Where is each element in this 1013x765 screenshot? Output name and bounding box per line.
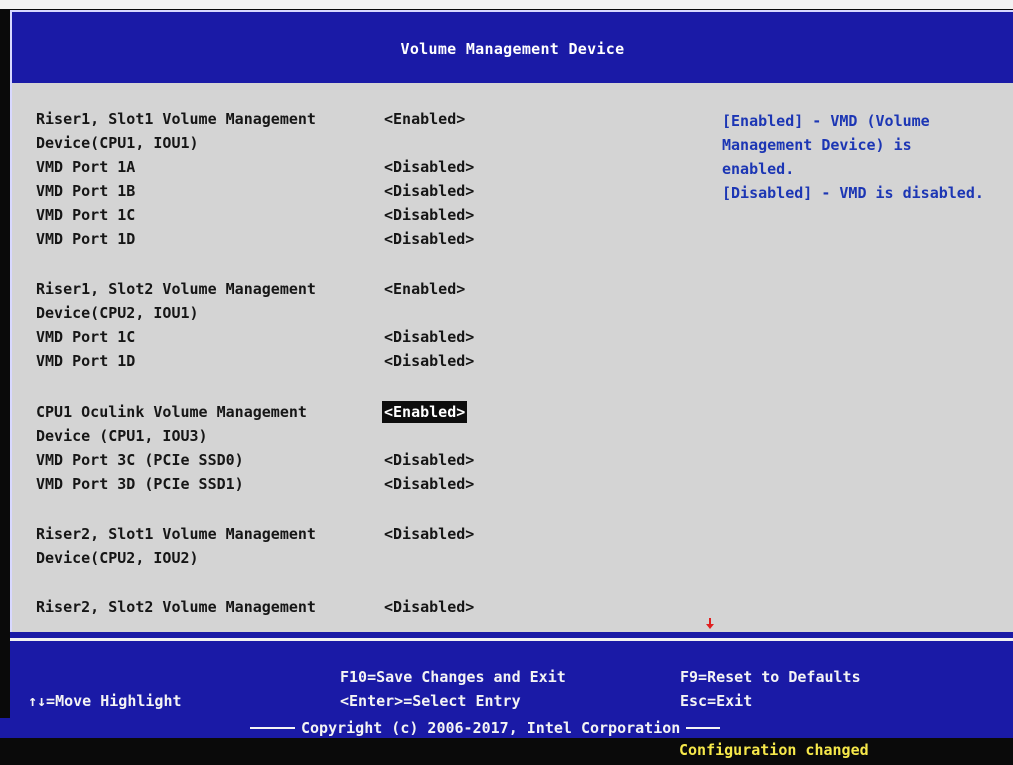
setting-label: VMD Port 3D (PCIe SSD1) [36, 475, 244, 493]
setting-label: VMD Port 1A [36, 158, 136, 176]
help-line: enabled. [722, 160, 795, 178]
key-reset-defaults: F9=Reset to Defaults [680, 668, 861, 686]
setting-vmd-port-3c[interactable]: VMD Port 3C (PCIe SSD0) <Disabled> [12, 449, 712, 471]
scroll-down-arrow-icon[interactable] [705, 618, 715, 630]
key-move-highlight: ↑↓=Move Highlight [28, 692, 182, 710]
setting-value[interactable]: <Disabled> [384, 596, 474, 618]
setting-label-continuation: Device(CPU1, IOU1) [12, 132, 712, 154]
setting-vmd-port-1c[interactable]: VMD Port 1C <Disabled> [12, 204, 712, 226]
setting-value[interactable]: <Disabled> [384, 156, 474, 178]
setting-riser1-slot2-vmd[interactable]: Riser1, Slot2 Volume Management <Enabled… [12, 278, 712, 300]
help-line: [Disabled] - VMD is disabled. [722, 184, 984, 202]
setting-label: Riser2, Slot1 Volume Management [36, 525, 316, 543]
key-legend: F10=Save Changes and Exit F9=Reset to De… [10, 641, 1013, 718]
help-panel: [Enabled] - VMD (Volume Management Devic… [722, 109, 1013, 205]
setting-value[interactable]: <Disabled> [384, 326, 474, 348]
status-bar: Configuration changed [0, 738, 1013, 765]
setting-label: Device(CPU2, IOU1) [36, 304, 199, 322]
setting-value[interactable]: <Disabled> [384, 449, 474, 471]
help-line: [Enabled] - VMD (Volume [722, 112, 930, 130]
setting-value[interactable]: <Disabled> [384, 180, 474, 202]
setting-label-continuation: Device(CPU2, IOU2) [12, 547, 712, 569]
setting-value[interactable]: <Disabled> [384, 350, 474, 372]
setting-label-continuation: Device(CPU2, IOU1) [12, 302, 712, 324]
setting-vmd-port-1c-cpu2[interactable]: VMD Port 1C <Disabled> [12, 326, 712, 348]
setting-riser2-slot1-vmd[interactable]: Riser2, Slot1 Volume Management <Disable… [12, 523, 712, 545]
setting-value[interactable]: <Enabled> [384, 278, 465, 300]
setting-label: VMD Port 3C (PCIe SSD0) [36, 451, 244, 469]
help-line: Management Device) is [722, 136, 912, 154]
copyright-text: Copyright (c) 2006-2017, Intel Corporati… [295, 718, 687, 738]
setting-riser2-slot2-vmd[interactable]: Riser2, Slot2 Volume Management <Disable… [12, 596, 712, 618]
setting-label: Device (CPU1, IOU3) [36, 427, 208, 445]
setting-cpu1-oculink-vmd[interactable]: CPU1 Oculink Volume Management <Enabled> [12, 401, 712, 423]
setting-label: VMD Port 1D [36, 352, 136, 370]
setting-riser1-slot1-vmd[interactable]: Riser1, Slot1 Volume Management <Enabled… [12, 108, 712, 130]
page-title: Volume Management Device [400, 40, 625, 58]
setting-label: VMD Port 1C [36, 328, 136, 346]
setting-value[interactable]: <Disabled> [384, 204, 474, 226]
setting-label: VMD Port 1D [36, 230, 136, 248]
setting-label: Riser2, Slot2 Volume Management [36, 598, 316, 616]
setting-vmd-port-1d[interactable]: VMD Port 1D <Disabled> [12, 228, 712, 250]
title-bar: Volume Management Device [10, 10, 1013, 83]
key-select-entry: <Enter>=Select Entry [340, 692, 521, 710]
setting-vmd-port-1b[interactable]: VMD Port 1B <Disabled> [12, 180, 712, 202]
setting-label: Device(CPU2, IOU2) [36, 549, 199, 567]
setting-value[interactable]: <Disabled> [384, 523, 474, 545]
setting-value[interactable]: <Disabled> [384, 228, 474, 250]
status-message: Configuration changed [679, 741, 869, 759]
copyright-bar: Copyright (c) 2006-2017, Intel Corporati… [0, 718, 1013, 738]
setting-label: VMD Port 1C [36, 206, 136, 224]
key-exit: Esc=Exit [680, 692, 753, 710]
setting-value-highlighted[interactable]: <Enabled> [382, 401, 468, 423]
setting-value[interactable]: <Disabled> [384, 473, 474, 495]
setting-value[interactable]: <Enabled> [384, 108, 465, 130]
setting-label-continuation: Device (CPU1, IOU3) [12, 425, 712, 447]
setting-vmd-port-3d[interactable]: VMD Port 3D (PCIe SSD1) <Disabled> [12, 473, 712, 495]
setting-label: Riser1, Slot1 Volume Management [36, 110, 316, 128]
settings-panel: Riser1, Slot1 Volume Management <Enabled… [10, 83, 1013, 632]
setting-label: Device(CPU1, IOU1) [36, 134, 199, 152]
key-save-exit: F10=Save Changes and Exit [340, 668, 566, 686]
top-edge [0, 0, 1013, 9]
setting-vmd-port-1a[interactable]: VMD Port 1A <Disabled> [12, 156, 712, 178]
setting-vmd-port-1d-cpu2[interactable]: VMD Port 1D <Disabled> [12, 350, 712, 372]
setting-label: CPU1 Oculink Volume Management [36, 403, 307, 421]
setting-label: Riser1, Slot2 Volume Management [36, 280, 316, 298]
setting-label: VMD Port 1B [36, 182, 136, 200]
